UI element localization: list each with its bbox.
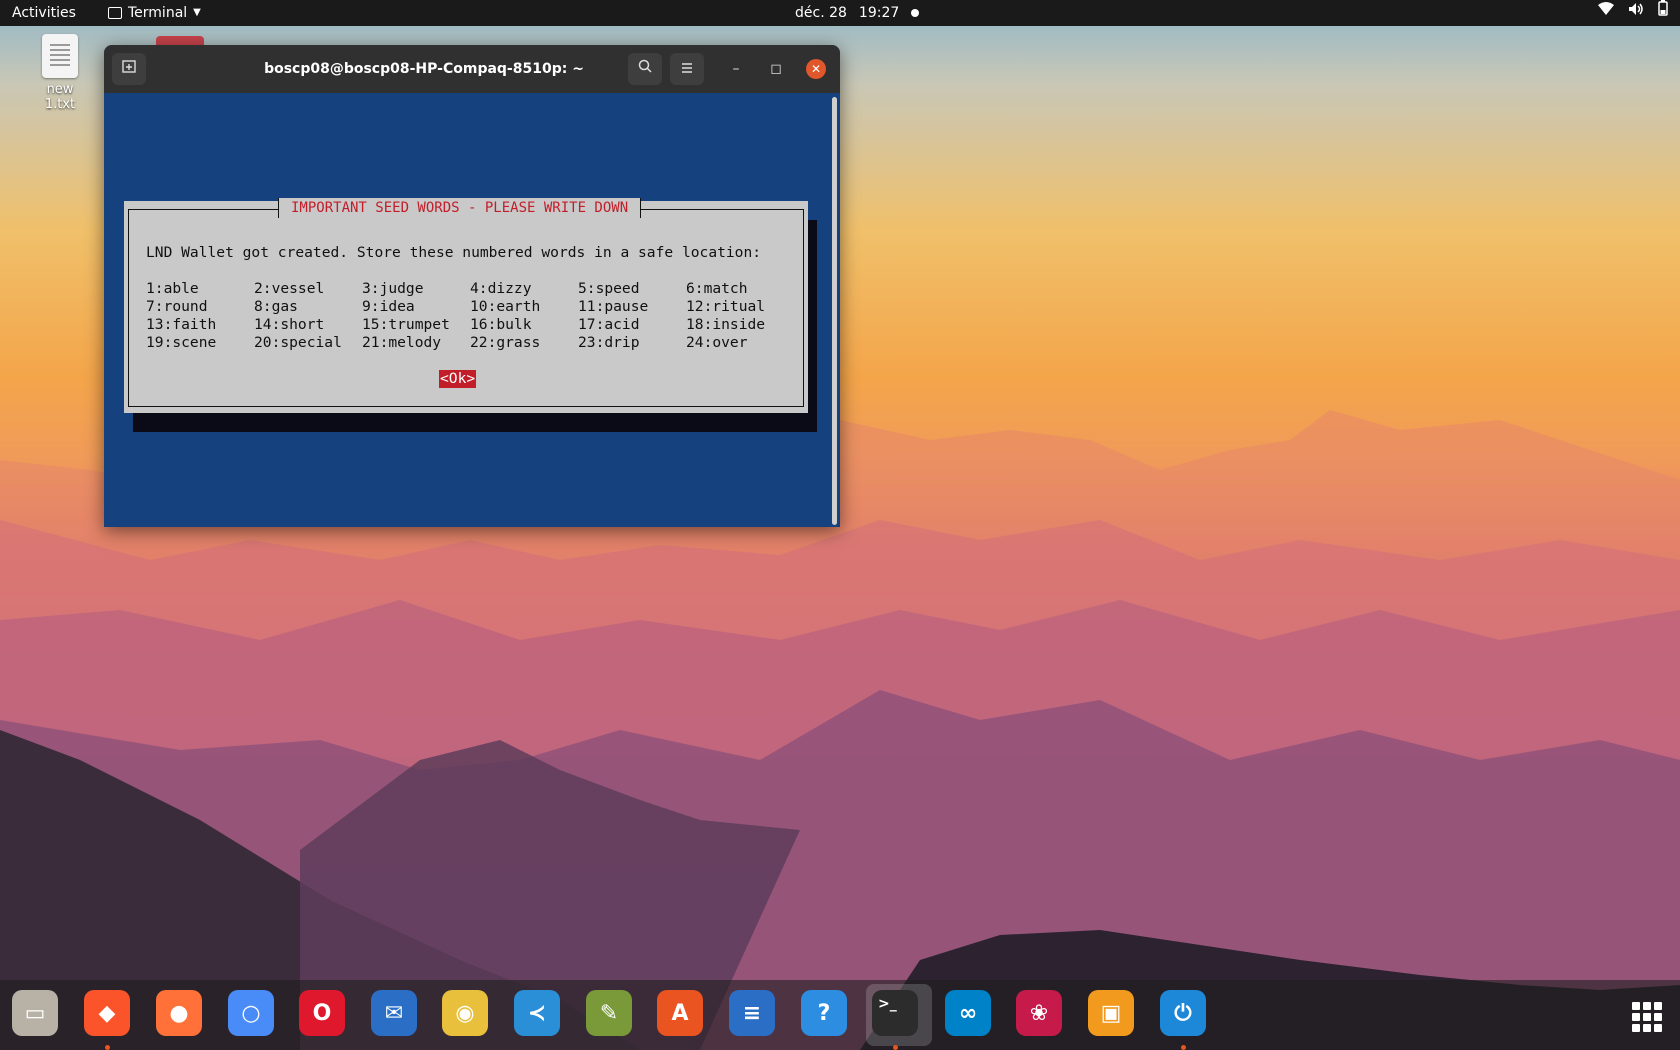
system-status-menu[interactable] bbox=[1598, 0, 1668, 26]
scrollbar[interactable] bbox=[832, 97, 837, 525]
dock-files-icon[interactable]: ▭ bbox=[12, 990, 58, 1036]
terminal-window[interactable]: boscp08@boscp08-HP-Compaq-8510p: ~ – ◻ ✕… bbox=[104, 45, 840, 527]
dock-firefox-icon[interactable]: ● bbox=[156, 990, 202, 1036]
dock: ▭ ◆ ● ○ O ✉ ◉ ≺ ✎ A ≡? >_ ∞ ❀ ▣ ⏻ bbox=[0, 980, 1680, 1050]
dock-gimp-icon[interactable]: ✎ bbox=[586, 990, 632, 1036]
close-button[interactable]: ✕ bbox=[806, 59, 826, 79]
dock-rhythmbox-icon[interactable]: ◉ bbox=[442, 990, 488, 1036]
app-menu[interactable]: Terminal ▼ bbox=[108, 0, 201, 26]
show-applications-button[interactable] bbox=[1632, 1002, 1662, 1032]
dock-brave-icon[interactable]: ◆ bbox=[84, 990, 130, 1036]
search-button[interactable] bbox=[628, 53, 662, 85]
seed-word: 3:judge bbox=[362, 280, 424, 297]
seed-word: 21:melody bbox=[362, 334, 442, 351]
top-bar: Activities Terminal ▼ déc. 28 19:27 bbox=[0, 0, 1680, 26]
seed-word: 17:acid bbox=[578, 316, 640, 333]
clock[interactable]: déc. 28 19:27 bbox=[795, 0, 920, 26]
seed-word: 23:drip bbox=[578, 334, 640, 351]
battery-icon bbox=[1658, 0, 1668, 26]
seed-word: 2:vessel bbox=[254, 280, 325, 297]
dock-terminal-icon[interactable]: >_ bbox=[872, 990, 918, 1036]
seed-word: 8:gas bbox=[254, 298, 298, 315]
dock-vscode-icon[interactable]: ≺ bbox=[514, 990, 560, 1036]
desktop-file[interactable]: new 1.txt bbox=[32, 34, 88, 112]
seed-words-dialog: IMPORTANT SEED WORDS - PLEASE WRITE DOWN… bbox=[124, 198, 808, 413]
seed-word: 19:scene bbox=[146, 334, 217, 351]
running-indicator bbox=[105, 1045, 110, 1050]
text-file-icon bbox=[42, 34, 78, 78]
seed-word: 20:special bbox=[254, 334, 342, 351]
dock-nextcloud-icon[interactable]: ∞ bbox=[945, 990, 991, 1036]
new-tab-icon bbox=[122, 60, 136, 73]
volume-icon bbox=[1628, 0, 1644, 26]
seed-word: 7:round bbox=[146, 298, 208, 315]
window-title: boscp08@boscp08-HP-Compaq-8510p: ~ bbox=[264, 61, 584, 77]
window-titlebar[interactable]: boscp08@boscp08-HP-Compaq-8510p: ~ – ◻ ✕ bbox=[104, 45, 840, 93]
seed-word: 18:inside bbox=[686, 316, 766, 333]
dialog-title: IMPORTANT SEED WORDS - PLEASE WRITE DOWN bbox=[278, 198, 642, 218]
running-indicator bbox=[1181, 1045, 1186, 1050]
activities-button[interactable]: Activities bbox=[12, 0, 76, 26]
dock-opera-icon[interactable]: O bbox=[299, 990, 345, 1036]
dock-software-icon[interactable]: A bbox=[657, 990, 703, 1036]
running-indicator bbox=[893, 1045, 898, 1050]
minimize-button[interactable]: – bbox=[726, 59, 746, 79]
dialog-frame: IMPORTANT SEED WORDS - PLEASE WRITE DOWN… bbox=[128, 198, 804, 407]
clock-time: 19:27 bbox=[858, 5, 900, 21]
clock-date: déc. 28 bbox=[795, 5, 847, 21]
seed-word: 22:grass bbox=[470, 334, 541, 351]
hamburger-menu-button[interactable] bbox=[670, 53, 704, 85]
search-icon bbox=[638, 59, 652, 73]
seed-word: 14:short bbox=[254, 316, 325, 333]
seed-word: 1:able bbox=[146, 280, 199, 297]
new-tab-button[interactable] bbox=[112, 53, 146, 85]
desktop-file-label: new 1.txt bbox=[44, 82, 76, 112]
dock-chromium-icon[interactable]: ○ bbox=[228, 990, 274, 1036]
maximize-button[interactable]: ◻ bbox=[766, 59, 786, 79]
notification-dot-icon bbox=[911, 9, 920, 17]
dock-timeshift-icon[interactable]: ⏻ bbox=[1160, 990, 1206, 1036]
seed-word: 15:trumpet bbox=[362, 316, 450, 333]
seed-word: 24:over bbox=[686, 334, 748, 351]
wifi-icon bbox=[1598, 0, 1614, 26]
seed-word: 16:bulk bbox=[470, 316, 532, 333]
menu-icon bbox=[682, 63, 692, 73]
seed-word: 11:pause bbox=[578, 298, 649, 315]
dock-help-icon[interactable]: ? bbox=[801, 990, 847, 1036]
seed-word: 10:earth bbox=[470, 298, 541, 315]
seed-word: 5:speed bbox=[578, 280, 640, 297]
terminal-icon bbox=[108, 7, 122, 19]
app-menu-label: Terminal bbox=[128, 5, 188, 21]
dock-vmware-icon[interactable]: ▣ bbox=[1088, 990, 1134, 1036]
seed-word: 4:dizzy bbox=[470, 280, 532, 297]
dialog-message: LND Wallet got created. Store these numb… bbox=[146, 244, 762, 261]
seed-word: 9:idea bbox=[362, 298, 415, 315]
seed-word: 12:ritual bbox=[686, 298, 766, 315]
dock-writer-icon[interactable]: ≡ bbox=[729, 990, 775, 1036]
seed-word: 6:match bbox=[686, 280, 748, 297]
seed-word: 13:faith bbox=[146, 316, 217, 333]
chevron-down-icon: ▼ bbox=[193, 7, 201, 18]
dock-raspberry-icon[interactable]: ❀ bbox=[1016, 990, 1062, 1036]
ok-button[interactable]: <Ok> bbox=[439, 370, 477, 388]
seed-words-list: 1:able 2:vessel 3:judge 4:dizzy 5:speed 6:mat… bbox=[146, 280, 794, 352]
dock-thunderbird-icon[interactable]: ✉ bbox=[371, 990, 417, 1036]
